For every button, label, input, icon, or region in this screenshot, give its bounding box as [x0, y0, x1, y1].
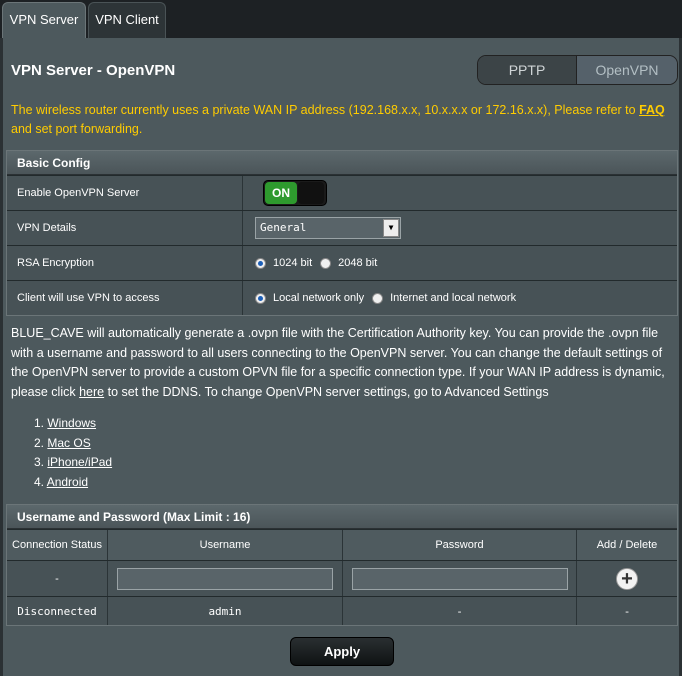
chevron-down-icon: ▼: [383, 219, 399, 237]
apply-button[interactable]: Apply: [290, 637, 394, 666]
client-access-label: Client will use VPN to access: [7, 281, 243, 315]
basic-config-table: Basic Config Enable OpenVPN Server ON VP…: [6, 150, 678, 316]
tab-vpn-server[interactable]: VPN Server: [2, 2, 86, 38]
new-user-row: - +: [7, 560, 677, 596]
col-password: Password: [343, 530, 577, 560]
list-number: 4.: [34, 474, 45, 489]
android-link[interactable]: Android: [47, 475, 88, 489]
col-add-delete: Add / Delete: [596, 539, 658, 551]
pptp-button[interactable]: PPTP: [478, 56, 578, 84]
vpn-details-select[interactable]: General ▼: [255, 217, 401, 239]
local-only-label: Local network only: [273, 292, 365, 304]
users-column-headers: Connection Status Username Password Add …: [7, 529, 677, 560]
users-table-header: Username and Password (Max Limit : 16): [7, 505, 677, 529]
rsa-1024-radio[interactable]: [255, 257, 266, 269]
username-input[interactable]: [117, 567, 333, 590]
list-number: 2.: [34, 435, 45, 450]
rsa-encryption-row: RSA Encryption 1024 bit 2048 bit: [7, 245, 677, 280]
vpn-type-toggle: PPTP OpenVPN: [477, 55, 678, 85]
enable-openvpn-switch[interactable]: ON: [263, 180, 327, 206]
enable-openvpn-row: Enable OpenVPN Server ON: [7, 175, 677, 210]
list-number: 1.: [34, 416, 45, 430]
rsa-encryption-label: RSA Encryption: [7, 246, 243, 280]
openvpn-button[interactable]: OpenVPN: [577, 56, 677, 84]
col-connection-status: Connection Status: [7, 530, 108, 560]
internet-and-local-label: Internet and local network: [390, 292, 517, 304]
row-password: -: [343, 597, 577, 625]
password-input[interactable]: [351, 567, 568, 590]
users-table: Username and Password (Max Limit : 16) C…: [6, 504, 678, 626]
switch-knob: [298, 182, 324, 204]
table-row: Disconnected admin - -: [7, 596, 677, 625]
iphone-ipad-link[interactable]: iPhone/iPad: [47, 455, 112, 469]
list-item: 2. Mac OS: [34, 434, 112, 454]
vpn-details-row: VPN Details General ▼: [7, 210, 677, 245]
enable-openvpn-label: Enable OpenVPN Server: [7, 176, 243, 210]
rsa-1024-label: 1024 bit: [273, 257, 313, 269]
vpn-details-value: General: [260, 221, 307, 234]
basic-config-header: Basic Config: [7, 151, 677, 175]
tab-bar: VPN Server VPN Client: [0, 0, 682, 38]
ddns-here-link[interactable]: here: [79, 385, 104, 399]
description-suffix: to set the DDNS. To change OpenVPN serve…: [104, 384, 549, 399]
vpn-details-label: VPN Details: [7, 211, 243, 245]
warning-text: The wireless router currently uses a pri…: [11, 103, 640, 117]
faq-link[interactable]: FAQ: [639, 103, 665, 117]
client-access-row: Client will use VPN to access Local netw…: [7, 280, 677, 315]
list-item: 1. Windows: [34, 414, 112, 434]
page-title: VPN Server - OpenVPN: [11, 62, 176, 79]
col-username: Username: [108, 530, 343, 560]
list-number: 3.: [34, 455, 45, 469]
os-guide-list: 1. Windows 2. Mac OS 3. iPhone/iPad 4. A…: [34, 414, 112, 492]
tab-vpn-client[interactable]: VPN Client: [88, 2, 166, 38]
local-only-radio[interactable]: [255, 292, 266, 304]
list-item: 4. Android: [34, 473, 112, 493]
row-username: admin: [108, 597, 343, 625]
internet-and-local-radio[interactable]: [372, 292, 384, 304]
new-user-status: -: [7, 561, 108, 596]
list-item: 3. iPhone/iPad: [34, 453, 112, 473]
ovpn-description: BLUE_CAVE will automatically generate a …: [11, 324, 675, 402]
switch-on-label: ON: [265, 182, 297, 204]
private-ip-warning: The wireless router currently uses a pri…: [11, 101, 675, 139]
rsa-2048-label: 2048 bit: [338, 257, 378, 269]
row-action: -: [623, 604, 631, 618]
warning-suffix: and set port forwarding.: [11, 122, 143, 136]
rsa-2048-radio[interactable]: [320, 257, 332, 269]
macos-link[interactable]: Mac OS: [47, 436, 90, 450]
row-status: Disconnected: [7, 597, 108, 625]
windows-link[interactable]: Windows: [47, 416, 96, 430]
add-user-icon[interactable]: +: [616, 567, 638, 590]
